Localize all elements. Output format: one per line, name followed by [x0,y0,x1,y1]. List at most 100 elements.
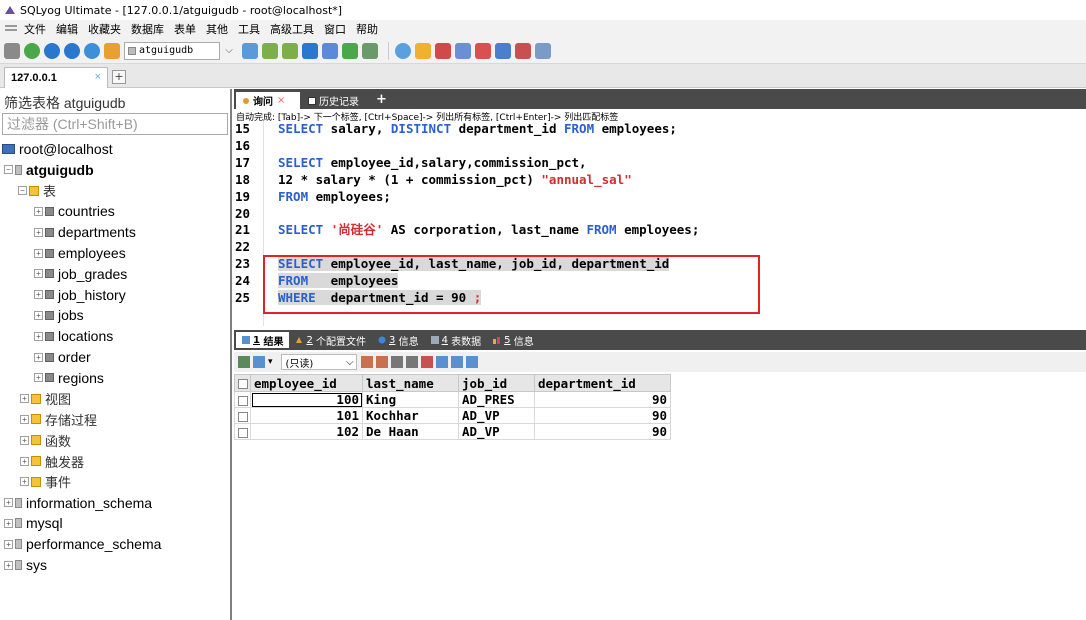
menu-help[interactable]: 帮助 [356,21,378,37]
table-row[interactable]: 102 De Haan AD_VP 90 [234,423,671,440]
table-row[interactable]: 101 Kochhar AD_VP 90 [234,407,671,424]
database-selector[interactable]: atguigudb [124,41,220,60]
query-builder-icon[interactable] [262,42,278,59]
cell-department-id[interactable]: 90 [534,423,671,440]
expand-icon[interactable]: + [34,373,43,383]
tree-item-4[interactable]: + departments [34,222,136,242]
code-line[interactable]: 21 SELECT '尚硅谷' AS corporation, last_name… [234,222,699,238]
tab-history[interactable]: 历史记录 [302,92,368,109]
cell-last-name[interactable]: King [362,391,459,408]
chevron-down-icon[interactable]: ⌵ [222,42,236,60]
menu-window[interactable]: 窗口 [324,21,346,37]
notifications-icon[interactable] [435,42,451,59]
grid-mode-icon[interactable] [435,356,448,368]
code-line[interactable]: 18 12 * salary * (1 + commission_pct) "an… [234,172,632,188]
expand-icon[interactable]: + [34,269,43,279]
expand-icon[interactable]: + [4,518,13,528]
code-line[interactable]: 22 [234,239,278,255]
visual-data-compare-icon[interactable] [495,42,511,59]
code-line[interactable]: 20 [234,206,278,222]
menu-tools[interactable]: 工具 [238,21,260,37]
tree-item-17[interactable]: + information_schema [4,493,152,513]
database-grid-icon[interactable] [535,42,551,59]
column-header-last-name[interactable]: last_name [362,374,459,392]
tab-result[interactable]: 1 结果 [236,332,290,348]
expand-icon[interactable]: + [34,248,43,258]
menu-other[interactable]: 其他 [206,21,228,37]
expand-icon[interactable]: + [4,560,13,570]
format-icon[interactable] [104,42,120,59]
cell-employee-id[interactable]: 102 [250,423,363,440]
export-icon[interactable] [342,42,358,59]
cell-last-name[interactable]: Kochhar [362,407,459,424]
expand-icon[interactable]: + [20,435,29,445]
sync-icon[interactable] [362,42,378,59]
schema-designer-icon[interactable] [242,42,258,59]
expand-icon[interactable]: + [34,227,43,237]
column-header-job-id[interactable]: job_id [458,374,535,392]
add-connection-button[interactable]: + [112,70,126,84]
execute-all-icon[interactable] [64,42,80,59]
menu-database[interactable]: 数据库 [131,21,164,37]
tree-item-6[interactable]: + job_grades [34,264,127,284]
tree-item-12[interactable]: + 视图 [20,389,71,409]
code-line[interactable]: 17 SELECT employee_id,salary,commission_p… [234,155,587,171]
cell-department-id[interactable]: 90 [534,407,671,424]
code-line[interactable]: 19 FROM employees; [234,189,391,205]
tree-item-15[interactable]: + 触发器 [20,451,84,471]
add-query-tab-button[interactable]: + [376,92,387,107]
data-search-icon[interactable] [455,42,471,59]
expand-icon[interactable]: + [20,456,29,466]
row-checkbox[interactable] [234,423,251,440]
cell-job-id[interactable]: AD_VP [458,423,535,440]
menu-edit[interactable]: 编辑 [56,21,78,37]
row-checkbox[interactable] [234,407,251,424]
export-result-icon[interactable] [253,356,265,368]
migration-icon[interactable] [515,42,531,59]
cell-last-name[interactable]: De Haan [362,423,459,440]
chevron-down-icon[interactable]: ▾ [268,357,273,367]
expand-icon[interactable]: + [20,394,29,404]
tree-item-9[interactable]: + locations [34,326,113,346]
restore-icon[interactable] [302,42,318,59]
import-icon[interactable] [322,42,338,59]
stop-icon[interactable] [84,42,100,59]
collapse-icon[interactable]: − [18,186,27,196]
tree-item-20[interactable]: + sys [4,555,47,575]
tab-query[interactable]: 询问 × [236,92,300,109]
grid-view-icon[interactable] [238,356,250,368]
table-row[interactable]: 100 King AD_PRES 90 [234,391,671,408]
insert-row-icon[interactable] [360,356,373,368]
cancel-changes-icon[interactable] [420,356,433,368]
tree-item-10[interactable]: + order [34,347,91,367]
tree-item-19[interactable]: + performance_schema [4,534,161,554]
cell-department-id[interactable]: 90 [534,391,671,408]
cell-job-id[interactable]: AD_PRES [458,391,535,408]
connection-tab[interactable]: 127.0.0.1 × [4,67,108,88]
row-checkbox[interactable] [234,391,251,408]
menu-icon[interactable] [4,23,18,35]
expand-icon[interactable]: + [34,352,43,362]
tree-item-7[interactable]: + job_history [34,285,126,305]
code-line[interactable]: 16 [234,138,278,154]
close-icon[interactable]: × [277,95,285,106]
expand-icon[interactable]: + [4,498,13,508]
expand-icon[interactable]: + [4,539,13,549]
cell-employee-id[interactable]: 100 [250,391,363,408]
tab-profiler[interactable]: 2 个配置文件 [289,332,372,348]
tree-item-5[interactable]: + employees [34,243,126,263]
readonly-selector[interactable]: (只读) ⌵ [280,354,357,370]
tree-item-11[interactable]: + regions [34,368,104,388]
job-agent-icon[interactable] [415,42,431,59]
duplicate-row-icon[interactable] [375,356,388,368]
save-row-icon[interactable] [390,356,403,368]
tree-item-13[interactable]: + 存储过程 [20,409,97,429]
cell-job-id[interactable]: AD_VP [458,407,535,424]
expand-icon[interactable]: + [20,477,29,487]
text-mode-icon[interactable] [465,356,478,368]
tree-item-16[interactable]: + 事件 [20,472,71,492]
column-header-department-id[interactable]: department_id [534,374,671,392]
refresh-icon[interactable] [24,42,40,59]
code-line[interactable]: 15 SELECT salary, DISTINCT department_id … [234,121,677,137]
tree-item-18[interactable]: + mysql [4,513,63,533]
